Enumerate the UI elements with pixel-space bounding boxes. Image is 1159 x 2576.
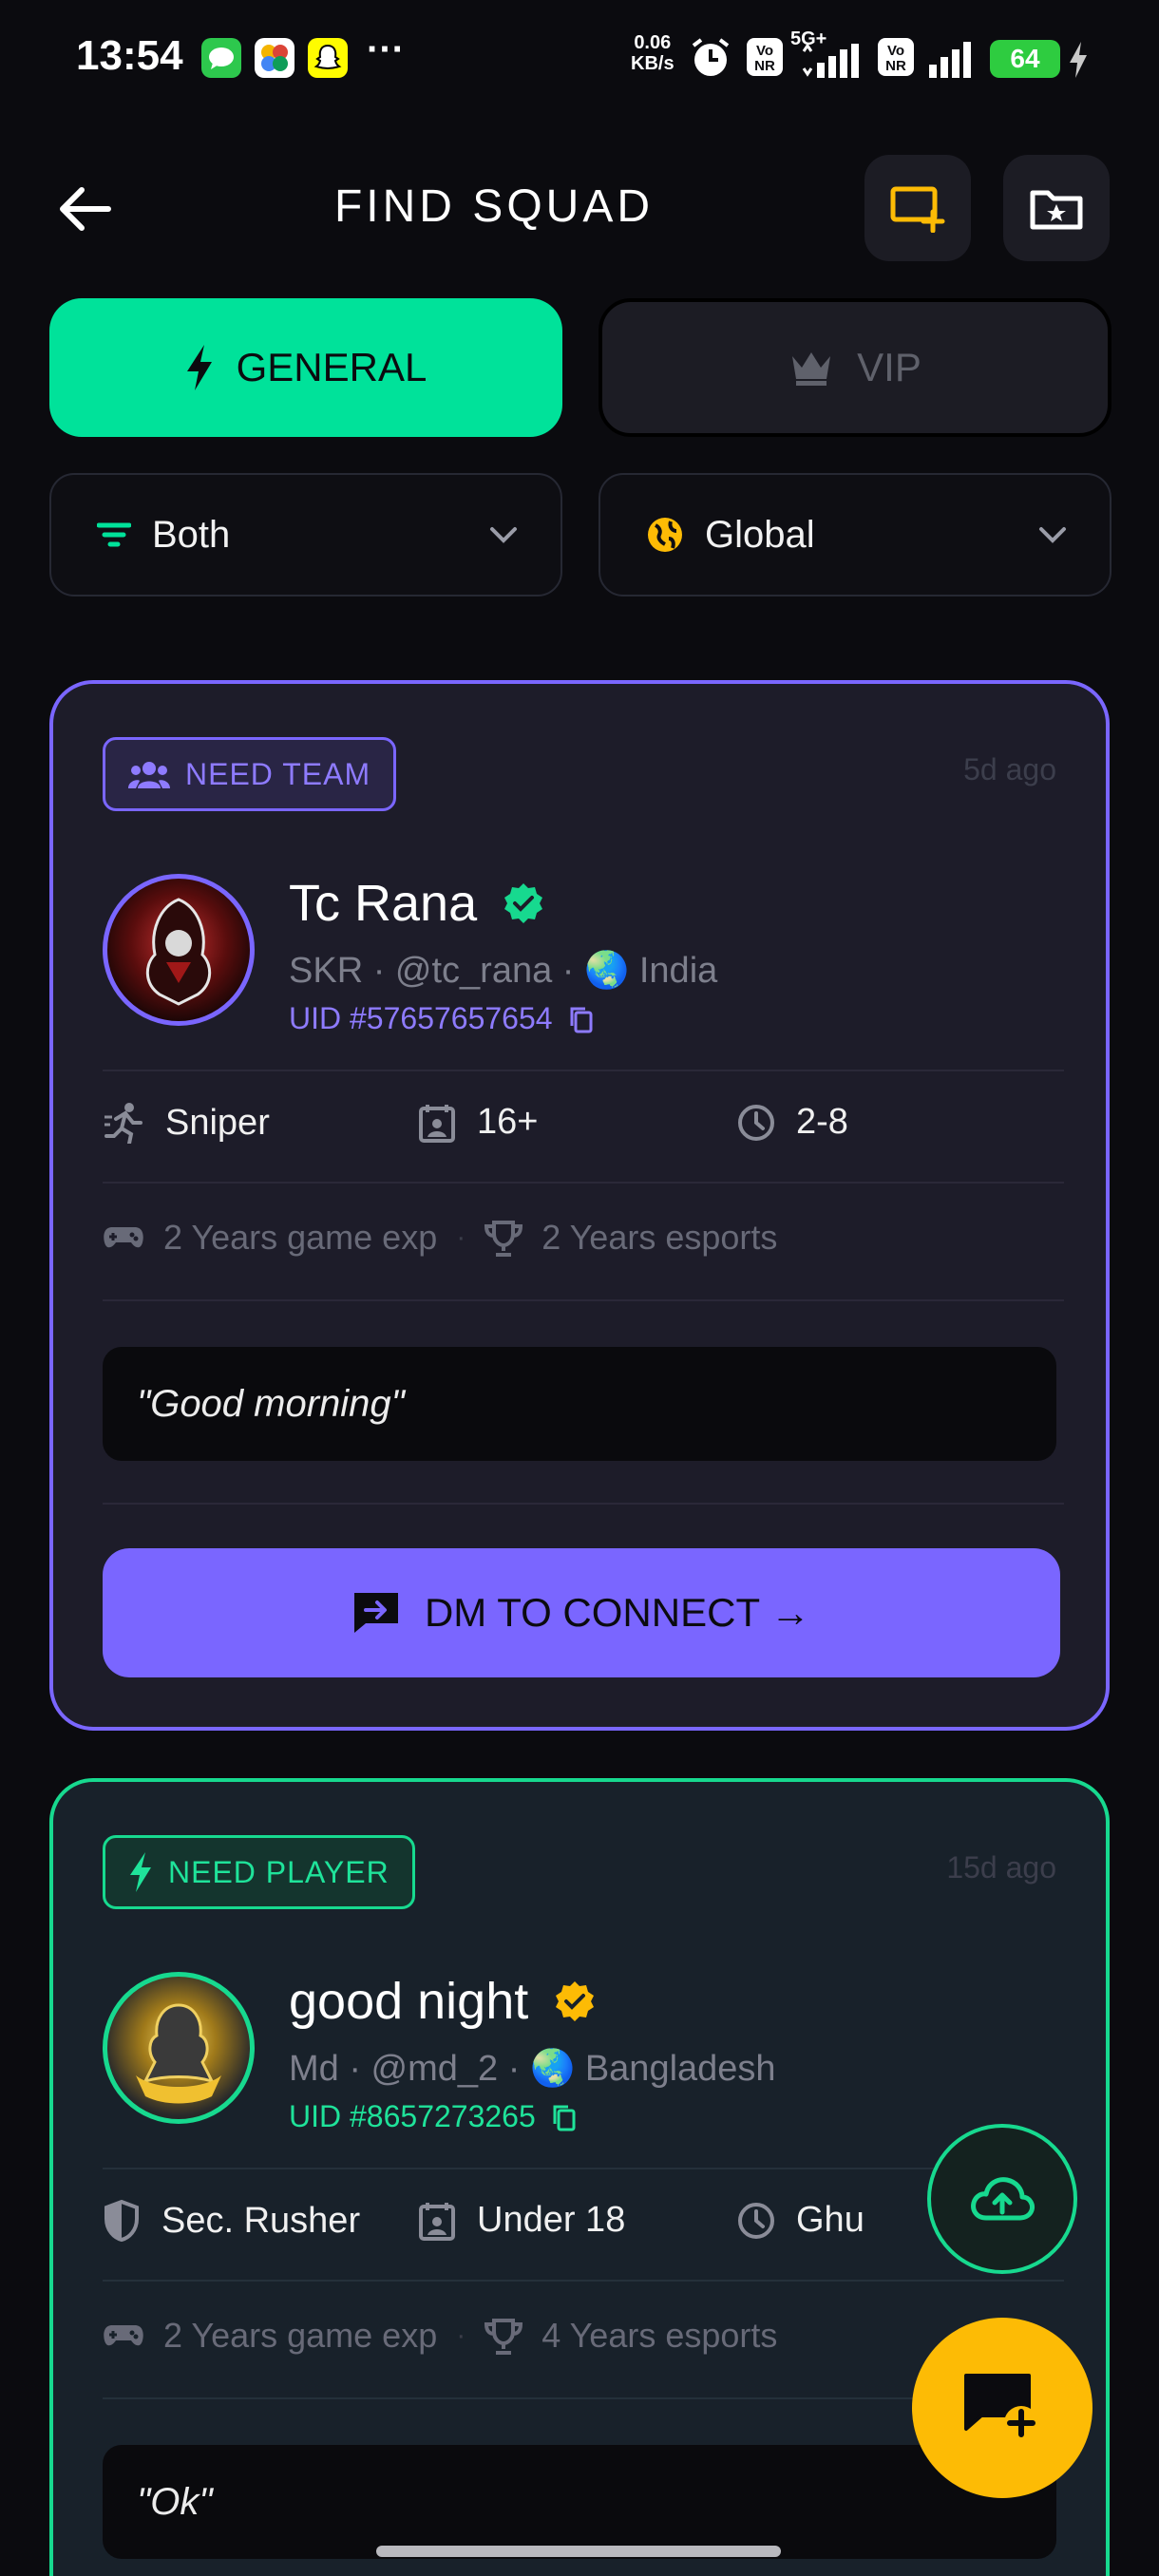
player-name[interactable]: good night	[289, 1972, 597, 2031]
player-name[interactable]: Tc Rana	[289, 874, 545, 933]
add-post-icon	[890, 186, 945, 233]
shield-icon	[104, 2200, 139, 2242]
home-indicator[interactable]	[376, 2546, 781, 2557]
page-title: FIND SQUAD	[333, 181, 654, 232]
tab-general[interactable]: GENERAL	[49, 298, 562, 437]
trophy-icon	[484, 1221, 523, 1257]
divider	[103, 1070, 1064, 1071]
filter-icon	[97, 522, 131, 547]
player-meta: Md · @md_2 · 🌏 Bangladesh	[289, 2049, 776, 2089]
role-stat: Sec. Rusher	[103, 2200, 360, 2242]
more-notifications-icon: ···	[367, 28, 405, 70]
clock: 13:54	[76, 32, 183, 79]
divider	[103, 2168, 1064, 2169]
calendar-user-icon	[419, 2202, 455, 2241]
upload-button[interactable]	[927, 2124, 1077, 2274]
copy-icon	[553, 2105, 576, 2131]
volte-icon: Vo NR	[745, 36, 785, 83]
dm-to-connect-button[interactable]: DM TO CONNECT →	[103, 1548, 1060, 1677]
divider	[103, 1503, 1064, 1505]
arrow-left-icon	[60, 187, 111, 231]
snapchat-app-icon	[308, 38, 348, 78]
chevron-down-icon	[490, 527, 517, 543]
uid-copy[interactable]: UID #57657657654	[289, 1001, 593, 1036]
globe-icon	[648, 518, 682, 552]
post-time: 15d ago	[946, 1850, 1056, 1885]
messages-app-icon	[201, 38, 241, 78]
lightning-icon	[130, 1852, 151, 1892]
cloud-upload-icon	[971, 2177, 1035, 2221]
clock-icon	[738, 1104, 774, 1141]
copy-icon	[570, 1007, 593, 1032]
svg-text:NR: NR	[754, 58, 775, 74]
experience-row: 2 Years game exp · 4 Years esports	[103, 2316, 777, 2356]
divider	[103, 1182, 1064, 1184]
network-speed: 0.06 KB/s	[631, 32, 674, 74]
post-message: "Good morning"	[103, 1347, 1056, 1461]
verified-badge-icon	[556, 1981, 595, 2021]
chat-arrow-icon	[353, 1593, 398, 1633]
experience-row: 2 Years game exp · 2 Years esports	[103, 1218, 777, 1258]
divider	[103, 2280, 1064, 2282]
lightning-icon	[186, 345, 212, 390]
age-stat: Under 18	[418, 2200, 625, 2241]
folder-star-icon	[1030, 190, 1083, 230]
trophy-icon	[484, 2319, 523, 2355]
saved-posts-button[interactable]	[1003, 155, 1110, 261]
running-icon	[104, 1103, 142, 1144]
role-stat: Sniper	[103, 1102, 270, 1144]
time-slot-stat: 2-8	[737, 1102, 848, 1143]
charging-icon	[1068, 42, 1089, 83]
divider	[103, 1299, 1064, 1301]
uid-copy[interactable]: UID #8657273265	[289, 2099, 576, 2134]
mode-filter-dropdown[interactable]: Both	[49, 473, 562, 597]
new-post-button[interactable]	[912, 2318, 1092, 2498]
battery-indicator: 64	[990, 40, 1060, 78]
create-post-button[interactable]	[864, 155, 971, 261]
mode-filter-value: Both	[152, 513, 231, 556]
region-filter-value: Global	[705, 513, 815, 556]
add-message-icon	[964, 2374, 1038, 2440]
chevron-down-icon	[1039, 527, 1066, 543]
svg-text:Vo: Vo	[887, 43, 904, 59]
signal-strength-icon	[800, 43, 859, 83]
gamepad-icon	[104, 2325, 143, 2346]
clock-icon	[738, 2202, 774, 2239]
verified-badge-icon	[504, 883, 543, 923]
svg-text:Vo: Vo	[756, 43, 773, 59]
avatar[interactable]	[103, 874, 255, 1026]
time-slot-stat: Ghu	[737, 2200, 864, 2241]
post-time: 5d ago	[963, 752, 1056, 786]
gamepad-icon	[104, 1227, 143, 1248]
region-filter-dropdown[interactable]: Global	[598, 473, 1112, 597]
signal-strength-icon-2	[927, 42, 977, 83]
need-player-badge: NEED PLAYER	[103, 1835, 415, 1909]
post-message: "Ok"	[103, 2445, 1056, 2559]
tab-vip[interactable]: VIP	[598, 298, 1112, 437]
squad-post-card: NEED TEAM 5d ago Tc Rana SKR · @tc_rana …	[49, 680, 1110, 1731]
group-icon	[128, 762, 170, 788]
avatar[interactable]	[103, 1972, 255, 2124]
volte-icon-2: Vo NR	[876, 36, 916, 83]
status-bar: 13:54 ··· 0.06 KB/s Vo NR 5G+ Vo NR 64	[0, 0, 1159, 114]
crown-icon	[792, 352, 831, 386]
back-button[interactable]	[48, 171, 124, 247]
photos-app-icon	[255, 38, 294, 78]
age-stat: 16+	[418, 1102, 538, 1143]
alarm-icon	[690, 36, 732, 85]
player-meta: SKR · @tc_rana · 🌏 India	[289, 951, 718, 991]
calendar-user-icon	[419, 1104, 455, 1143]
svg-text:NR: NR	[885, 58, 906, 74]
need-team-badge: NEED TEAM	[103, 737, 397, 811]
